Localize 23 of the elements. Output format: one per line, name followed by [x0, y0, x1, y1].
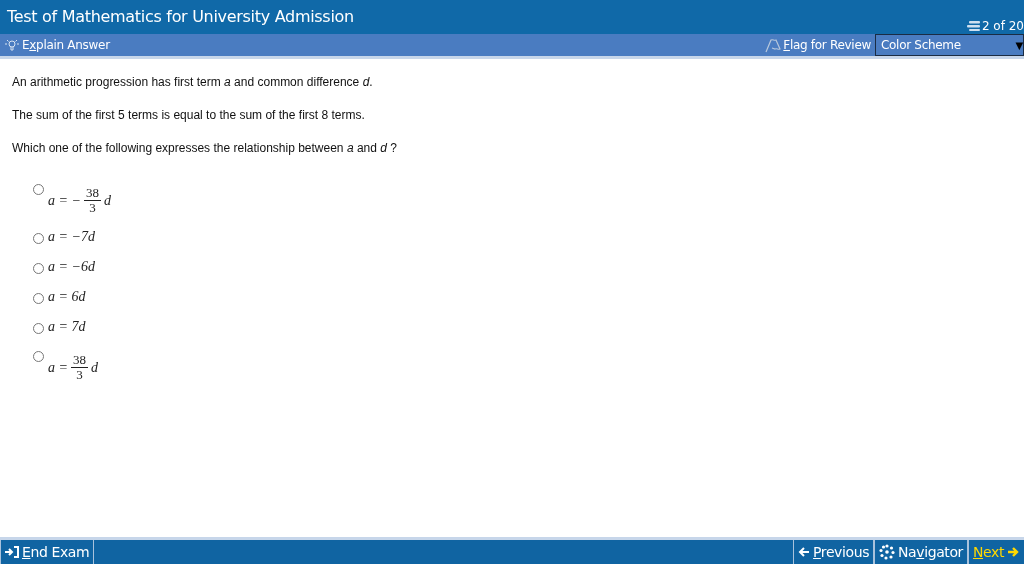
list-icon — [966, 21, 981, 31]
next-button[interactable]: Next — [967, 540, 1024, 564]
question-text: Which one of the following expresses the relationship between a and d ? — [12, 141, 398, 155]
end-exam-button[interactable]: End Exam — [0, 540, 95, 564]
answer-formula: a = 6d — [48, 289, 86, 305]
exam-title: Test of Mathematics for University Admission — [6, 7, 354, 28]
lightbulb-icon — [4, 38, 20, 52]
previous-button[interactable]: Previous — [793, 540, 875, 564]
question-text: An arithmetic progression has first term a and common difference d. — [12, 75, 374, 89]
flag-icon — [765, 37, 782, 53]
dotted-circle-icon — [879, 544, 896, 560]
question-text: The sum of the first 5 terms is equal to the sum of the first 8 terms. — [12, 108, 366, 122]
answer-formula: a = −7d — [48, 229, 95, 245]
flag-for-review-button[interactable]: Flag for Review — [761, 37, 875, 53]
left-arrow-icon — [798, 546, 811, 558]
color-scheme-dropdown[interactable]: Color Scheme ▼ — [875, 34, 1024, 56]
explain-answer-button[interactable]: Explain Answer — [0, 38, 114, 52]
exit-icon — [5, 546, 19, 558]
answer-formula: a = −6d — [48, 259, 95, 275]
answer-formula: a = 7d — [48, 319, 86, 335]
question-counter: 2 of 20 — [981, 19, 1024, 33]
navigator-button[interactable]: Navigator — [874, 540, 968, 564]
right-arrow-icon — [1007, 546, 1020, 558]
